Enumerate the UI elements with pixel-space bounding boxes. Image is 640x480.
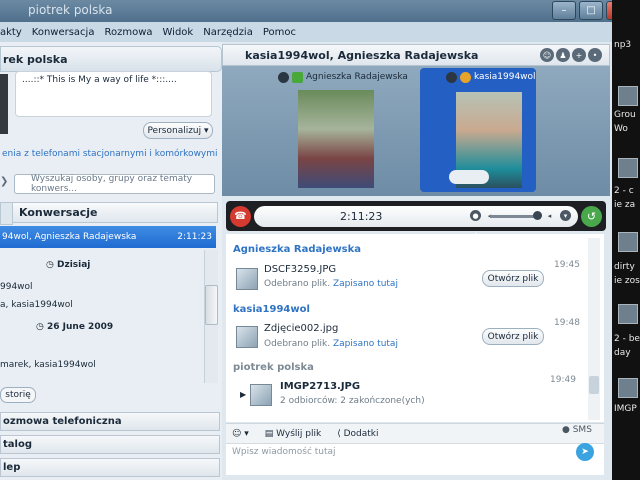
- file-status: Odebrano plik. Zapisano tutaj: [264, 339, 398, 349]
- menu-item-contacts[interactable]: akty: [0, 27, 22, 38]
- participant-call-controls[interactable]: [449, 170, 489, 184]
- desktop-file-icon[interactable]: [618, 86, 638, 106]
- desktop-file-icon[interactable]: [618, 158, 638, 178]
- open-file-button[interactable]: Otwórz plik: [482, 270, 544, 287]
- conversation-name: 94wol, Agnieszka Radajewska: [2, 232, 137, 242]
- profile-avatar[interactable]: [0, 74, 8, 134]
- expand-icon[interactable]: ▶: [240, 390, 246, 399]
- video-area: [222, 66, 610, 196]
- message-sender: Agnieszka Radajewska: [233, 244, 362, 255]
- chevron-down-icon[interactable]: ▾: [560, 210, 571, 221]
- list-date-june: ◷ 26 June 2009: [36, 322, 114, 332]
- saved-here-link[interactable]: Zapisano tutaj: [333, 339, 398, 349]
- mood-message[interactable]: ....::* This is My a way of life *:::...…: [15, 71, 212, 117]
- online-status-icon: [292, 71, 303, 83]
- message-history: Agnieszka Radajewska 19:45 DSCF3259.JPG …: [226, 234, 604, 422]
- desktop-label[interactable]: np3: [614, 40, 631, 50]
- section-shop[interactable]: lep: [0, 458, 220, 477]
- volume-knob[interactable]: [533, 211, 542, 220]
- desktop-label[interactable]: IMGP: [614, 404, 637, 414]
- menu-item-view[interactable]: Widok: [163, 27, 194, 38]
- maximize-icon[interactable]: □: [579, 1, 603, 20]
- participant1-label: Agnieszka Radajewska: [278, 70, 408, 84]
- file-name[interactable]: Zdjęcie002.jpg: [264, 323, 338, 334]
- file-name[interactable]: DSCF3259.JPG: [264, 264, 336, 275]
- menu-item-help[interactable]: Pomoc: [263, 27, 296, 38]
- desktop-file-icon[interactable]: [618, 232, 638, 252]
- away-status-icon: [460, 71, 471, 83]
- add-icon[interactable]: +: [572, 48, 586, 62]
- list-date-today: ◷ Dzisiaj: [46, 260, 91, 270]
- desktop-label[interactable]: Grou: [614, 110, 636, 120]
- hangup-button[interactable]: ☎: [230, 206, 251, 227]
- conversation-selected[interactable]: 94wol, Agnieszka Radajewska 2:11:23: [0, 226, 216, 248]
- file-status: Odebrano plik. Zapisano tutaj: [264, 279, 398, 289]
- menu-item-tools[interactable]: Narzędzia: [203, 27, 253, 38]
- sms-button[interactable]: ● SMS: [562, 425, 592, 435]
- message-time: 19:49: [550, 375, 576, 385]
- list-item[interactable]: 994wol: [0, 282, 33, 292]
- volume-slider[interactable]: [490, 215, 536, 218]
- open-file-button[interactable]: Otwórz plik: [482, 328, 544, 345]
- extras-button[interactable]: ⟨ Dodatki: [337, 429, 378, 439]
- conversation-list: ◷ Dzisiaj 994wol a, kasia1994wol ◷ 26 Ju…: [0, 250, 204, 385]
- participants-icon[interactable]: ☺: [540, 48, 554, 62]
- desktop-label[interactable]: ie zos: [614, 276, 640, 286]
- compose-toolbar: ☺ ▾ ▤ Wyślij plik ⟨ Dodatki: [226, 423, 604, 443]
- message-sender: kasia1994wol: [233, 304, 310, 315]
- chat-header-buttons: ☺ ♟ + •: [540, 48, 602, 62]
- options-icon[interactable]: •: [588, 48, 602, 62]
- participant1-photo: [298, 90, 374, 188]
- phone-link[interactable]: enia z telefonami stacjonarnymi i komórk…: [2, 149, 218, 159]
- call-button[interactable]: ↺: [581, 206, 602, 227]
- desktop-label[interactable]: 2 - be: [614, 334, 640, 344]
- file-name[interactable]: IMGP2713.JPG: [280, 381, 360, 392]
- conversation-time: 2:11:23: [177, 232, 212, 242]
- history-button[interactable]: storię: [0, 387, 36, 403]
- file-status: 2 odbiorców: 2 zakończone(ych): [280, 396, 425, 406]
- search-icon: ❯: [0, 176, 9, 187]
- desktop-file-icon[interactable]: [618, 378, 638, 398]
- send-file-button[interactable]: ▤ Wyślij plik: [265, 429, 321, 439]
- window-title: piotrek polska: [28, 3, 113, 17]
- desktop-label[interactable]: dirty: [614, 262, 635, 272]
- contacts-icon[interactable]: ♟: [556, 48, 570, 62]
- scrollbar-thumb[interactable]: [205, 285, 218, 325]
- menu-item-call[interactable]: Rozmowa: [104, 27, 152, 38]
- desktop-file-icon[interactable]: [618, 304, 638, 324]
- profile-name[interactable]: rek polska: [0, 46, 222, 72]
- desktop-label[interactable]: ie za: [614, 200, 635, 210]
- message-scrollbar-thumb[interactable]: [589, 376, 599, 394]
- message-time: 19:48: [554, 318, 580, 328]
- message-input[interactable]: Wpisz wiadomość tutaj: [226, 443, 604, 475]
- image-file-icon[interactable]: [236, 268, 258, 290]
- phone-icon: [278, 71, 289, 83]
- participant2-label: kasia1994wol: [446, 70, 536, 84]
- message-time: 19:45: [554, 260, 580, 270]
- list-item[interactable]: marek, kasia1994wol: [0, 360, 96, 370]
- section-phone-call[interactable]: ozmowa telefoniczna: [0, 412, 220, 431]
- send-icon[interactable]: ➤: [576, 443, 594, 461]
- message-sender: piotrek polska: [233, 362, 314, 373]
- phone-icon: [446, 71, 457, 83]
- personalize-label: Personalizuj: [147, 125, 202, 136]
- speaker-high-icon: ◂: [547, 211, 552, 220]
- desktop-label[interactable]: 2 - c: [614, 186, 634, 196]
- list-item[interactable]: a, kasia1994wol: [0, 300, 73, 310]
- minimize-icon[interactable]: –: [552, 1, 576, 20]
- image-file-icon[interactable]: [250, 384, 272, 406]
- desktop-label[interactable]: Wo: [614, 124, 628, 134]
- image-file-icon[interactable]: [236, 326, 258, 348]
- saved-here-link[interactable]: Zapisano tutaj: [333, 279, 398, 289]
- section-directory[interactable]: talog: [0, 435, 220, 454]
- search-input[interactable]: Wyszukaj osoby, grupy oraz tematy konwer…: [14, 174, 215, 194]
- emoticon-icon[interactable]: ☺ ▾: [232, 429, 249, 439]
- personalize-button[interactable]: Personalizuj ▾: [143, 122, 213, 139]
- desktop-label[interactable]: day: [614, 348, 631, 358]
- menu-bar: akty Konwersacja Rozmowa Widok Narzędzia…: [0, 22, 612, 42]
- microphone-icon[interactable]: ●: [470, 210, 481, 221]
- conversations-header[interactable]: Konwersacje: [12, 202, 218, 223]
- menu-item-conversation[interactable]: Konwersacja: [32, 27, 95, 38]
